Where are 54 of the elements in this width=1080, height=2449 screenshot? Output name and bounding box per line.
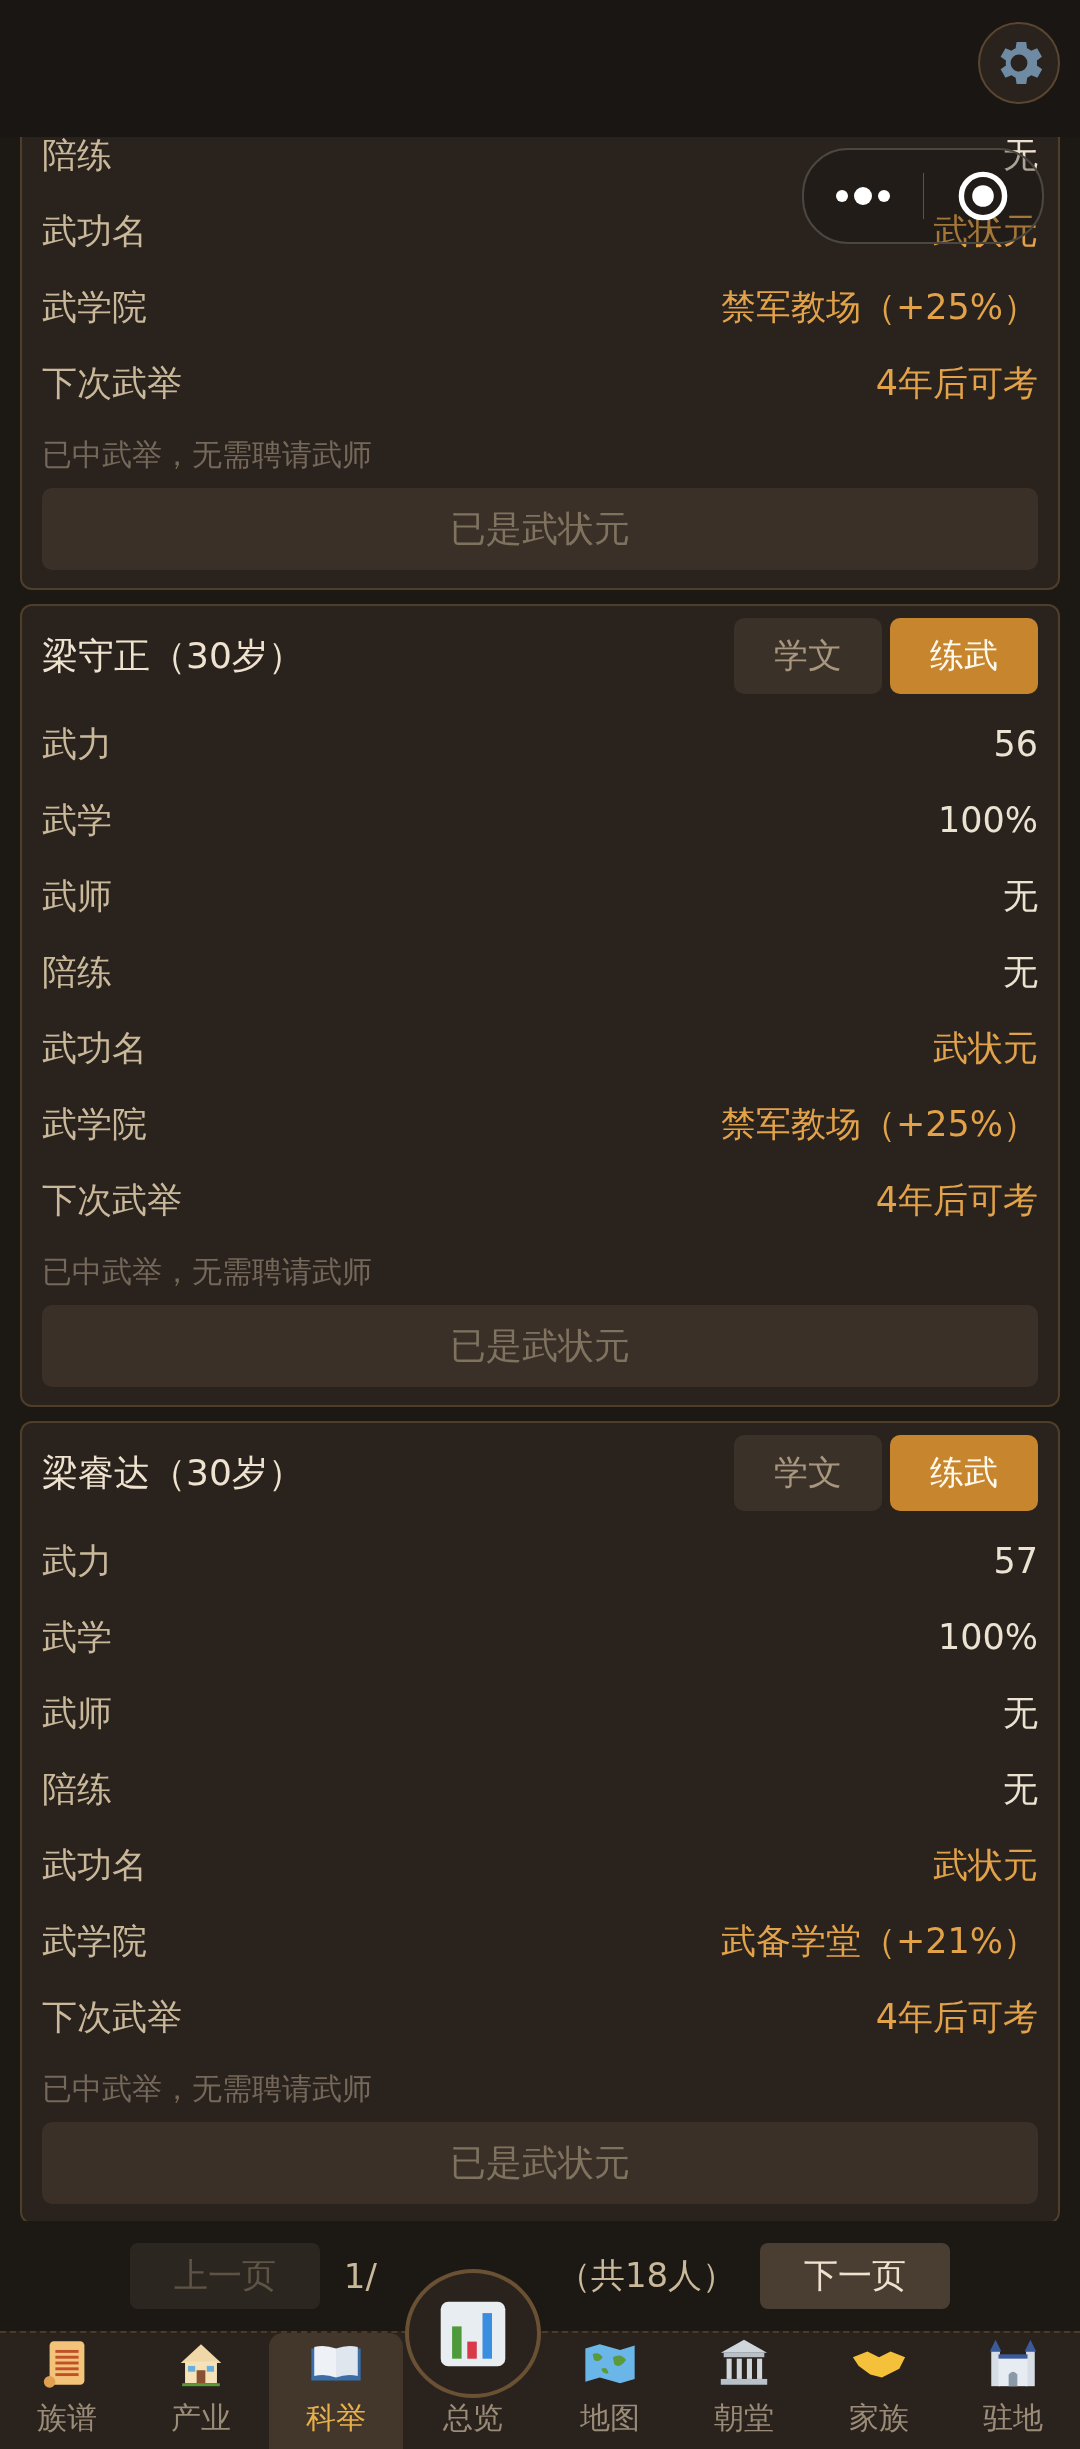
stat-value: 无 [1003,874,1038,918]
hint-text: 已中武举，无需聘请武师 [42,2070,373,2108]
nav-tab[interactable]: 驻地 [945,2333,1080,2449]
total-count: （共18人） [556,2254,737,2297]
stat-value: 无 [1003,1767,1038,1811]
stat-value: 57 [993,1541,1038,1581]
hint-text: 已中武举，无需聘请武师 [42,1253,373,1291]
stat-value: 无 [1003,950,1038,994]
stat-label: 武学院 [42,1919,147,1963]
stat-value: 56 [993,724,1038,764]
stat-label: 武力 [42,722,112,766]
stat-label: 下次武举 [42,361,182,405]
hint-text: 已中武举，无需聘请武师 [42,436,373,474]
stat-label: 武学 [42,798,112,842]
character-name: 梁睿达（30岁） [42,1450,304,1495]
nav-tab[interactable]: 族谱 [0,2333,135,2449]
stat-label: 武学院 [42,285,147,329]
stat-label: 武学院 [42,1102,147,1146]
stat-value: 武备学堂（+21%） [720,1919,1038,1963]
stat-value: 武状元 [933,1026,1038,1070]
page-number: 1/ [343,2256,377,2296]
stat-value: 100% [937,1617,1038,1657]
nav-tab[interactable]: 朝堂 [677,2333,812,2449]
stat-label: 下次武举 [42,1178,182,1222]
character-name: 梁守正（30岁） [42,633,304,678]
nav-tab[interactable]: 家族 [811,2333,946,2449]
stat-value: 禁军教场（+25%） [720,285,1038,329]
stat-label: 武功名 [42,1843,147,1887]
stat-value: 100% [937,800,1038,840]
stat-label: 武功名 [42,209,147,253]
nav-tab[interactable]: 地图 [542,2333,678,2449]
stat-label: 下次武举 [42,1995,182,2039]
mode-tab[interactable]: 学文 [734,1435,882,1511]
next-page-button[interactable]: 下一页 [760,2243,951,2309]
stat-value: 4年后可考 [875,361,1038,405]
stat-value: 禁军教场（+25%） [720,1102,1038,1146]
stat-label: 武师 [42,1691,112,1735]
stat-label: 陪练 [42,950,112,994]
nav-tab[interactable]: 科举 [268,2333,403,2449]
stat-value: 4年后可考 [875,1995,1038,2039]
stat-label: 陪练 [42,137,112,177]
nav-tab[interactable]: 产业 [134,2333,269,2449]
stat-label: 武力 [42,1539,112,1583]
mode-tab[interactable]: 练武 [890,1435,1038,1511]
stat-label: 陪练 [42,1767,112,1811]
stat-label: 武学 [42,1615,112,1659]
mode-tab[interactable]: 学文 [734,618,882,694]
stat-label: 武功名 [42,1026,147,1070]
nav-tab[interactable]: 总览 [404,2269,541,2449]
mode-tab[interactable]: 练武 [890,618,1038,694]
stat-value: 无 [1003,1691,1038,1735]
stat-value: 4年后可考 [875,1178,1038,1222]
stat-label: 武师 [42,874,112,918]
stat-value: 武状元 [933,1843,1038,1887]
